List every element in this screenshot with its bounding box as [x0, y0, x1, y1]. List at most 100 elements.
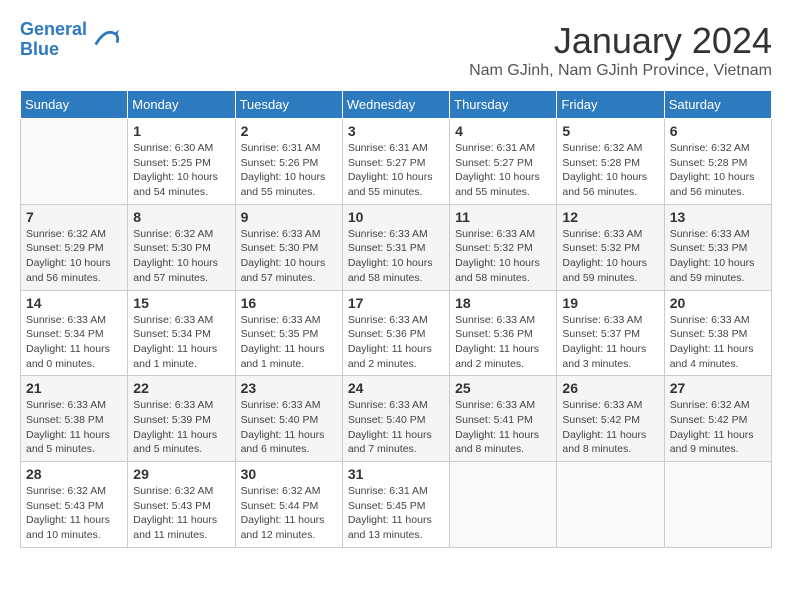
day-number: 1 — [133, 123, 229, 139]
calendar-cell: 15 Sunrise: 6:33 AMSunset: 5:34 PMDayligh… — [128, 290, 235, 376]
day-info: Sunrise: 6:33 AMSunset: 5:41 PMDaylight:… — [455, 398, 551, 457]
day-info: Sunrise: 6:33 AMSunset: 5:30 PMDaylight:… — [241, 227, 337, 286]
calendar-cell: 28 Sunrise: 6:32 AMSunset: 5:43 PMDayligh… — [21, 462, 128, 548]
calendar-cell: 1 Sunrise: 6:30 AMSunset: 5:25 PMDaylight… — [128, 119, 235, 205]
day-info: Sunrise: 6:32 AMSunset: 5:42 PMDaylight:… — [670, 398, 766, 457]
day-number: 31 — [348, 466, 444, 482]
calendar-cell: 16 Sunrise: 6:33 AMSunset: 5:35 PMDayligh… — [235, 290, 342, 376]
day-info: Sunrise: 6:33 AMSunset: 5:33 PMDaylight:… — [670, 227, 766, 286]
calendar-cell: 22 Sunrise: 6:33 AMSunset: 5:39 PMDayligh… — [128, 376, 235, 462]
calendar-cell: 31 Sunrise: 6:31 AMSunset: 5:45 PMDayligh… — [342, 462, 449, 548]
calendar-week-row: 1 Sunrise: 6:30 AMSunset: 5:25 PMDaylight… — [21, 119, 772, 205]
calendar-cell: 11Sunrise: 6:33 AMSunset: 5:32 PMDayligh… — [450, 204, 557, 290]
calendar-week-row: 28 Sunrise: 6:32 AMSunset: 5:43 PMDayligh… — [21, 462, 772, 548]
calendar-cell — [664, 462, 771, 548]
calendar-cell — [450, 462, 557, 548]
day-info: Sunrise: 6:32 AMSunset: 5:44 PMDaylight:… — [241, 484, 337, 543]
day-info: Sunrise: 6:33 AMSunset: 5:42 PMDaylight:… — [562, 398, 658, 457]
calendar-cell: 2Sunrise: 6:31 AMSunset: 5:26 PMDaylight… — [235, 119, 342, 205]
calendar-cell: 14 Sunrise: 6:33 AMSunset: 5:34 PMDayligh… — [21, 290, 128, 376]
calendar-cell: 26Sunrise: 6:33 AMSunset: 5:42 PMDayligh… — [557, 376, 664, 462]
day-number: 2 — [241, 123, 337, 139]
day-number: 19 — [562, 295, 658, 311]
day-number: 25 — [455, 380, 551, 396]
day-info: Sunrise: 6:31 AMSunset: 5:27 PMDaylight:… — [455, 141, 551, 200]
day-info: Sunrise: 6:33 AMSunset: 5:39 PMDaylight:… — [133, 398, 229, 457]
calendar-cell: 6Sunrise: 6:32 AMSunset: 5:28 PMDaylight… — [664, 119, 771, 205]
calendar-cell: 10Sunrise: 6:33 AMSunset: 5:31 PMDayligh… — [342, 204, 449, 290]
day-number: 16 — [241, 295, 337, 311]
calendar-table: SundayMondayTuesdayWednesdayThursdayFrid… — [20, 90, 772, 548]
calendar-cell: 18 Sunrise: 6:33 AMSunset: 5:36 PMDayligh… — [450, 290, 557, 376]
day-number: 10 — [348, 209, 444, 225]
calendar-cell: 4 Sunrise: 6:31 AMSunset: 5:27 PMDaylight… — [450, 119, 557, 205]
day-number: 12 — [562, 209, 658, 225]
calendar-cell: 12Sunrise: 6:33 AMSunset: 5:32 PMDayligh… — [557, 204, 664, 290]
day-info: Sunrise: 6:33 AMSunset: 5:34 PMDaylight:… — [26, 313, 122, 372]
month-title: January 2024 — [469, 20, 772, 62]
day-info: Sunrise: 6:33 AMSunset: 5:37 PMDaylight:… — [562, 313, 658, 372]
calendar-cell — [21, 119, 128, 205]
calendar-cell — [557, 462, 664, 548]
day-info: Sunrise: 6:32 AMSunset: 5:43 PMDaylight:… — [133, 484, 229, 543]
day-info: Sunrise: 6:32 AMSunset: 5:30 PMDaylight:… — [133, 227, 229, 286]
calendar-cell: 13 Sunrise: 6:33 AMSunset: 5:33 PMDayligh… — [664, 204, 771, 290]
header-sunday: Sunday — [21, 91, 128, 119]
calendar-week-row: 7Sunrise: 6:32 AMSunset: 5:29 PMDaylight… — [21, 204, 772, 290]
header-thursday: Thursday — [450, 91, 557, 119]
day-info: Sunrise: 6:33 AMSunset: 5:35 PMDaylight:… — [241, 313, 337, 372]
day-number: 13 — [670, 209, 766, 225]
calendar-cell: 29Sunrise: 6:32 AMSunset: 5:43 PMDayligh… — [128, 462, 235, 548]
day-info: Sunrise: 6:30 AMSunset: 5:25 PMDaylight:… — [133, 141, 229, 200]
day-info: Sunrise: 6:33 AMSunset: 5:34 PMDaylight:… — [133, 313, 229, 372]
calendar-cell: 24 Sunrise: 6:33 AMSunset: 5:40 PMDayligh… — [342, 376, 449, 462]
calendar-cell: 23Sunrise: 6:33 AMSunset: 5:40 PMDayligh… — [235, 376, 342, 462]
logo-line1: General — [20, 19, 87, 39]
day-number: 28 — [26, 466, 122, 482]
day-number: 4 — [455, 123, 551, 139]
calendar-cell: 27 Sunrise: 6:32 AMSunset: 5:42 PMDayligh… — [664, 376, 771, 462]
day-info: Sunrise: 6:33 AMSunset: 5:38 PMDaylight:… — [26, 398, 122, 457]
day-number: 8 — [133, 209, 229, 225]
day-number: 7 — [26, 209, 122, 225]
logo-icon — [91, 24, 119, 52]
day-info: Sunrise: 6:32 AMSunset: 5:28 PMDaylight:… — [670, 141, 766, 200]
day-info: Sunrise: 6:33 AMSunset: 5:40 PMDaylight:… — [348, 398, 444, 457]
day-number: 14 — [26, 295, 122, 311]
day-info: Sunrise: 6:31 AMSunset: 5:27 PMDaylight:… — [348, 141, 444, 200]
header-monday: Monday — [128, 91, 235, 119]
calendar-body: 1 Sunrise: 6:30 AMSunset: 5:25 PMDaylight… — [21, 119, 772, 548]
logo: General Blue — [20, 20, 119, 60]
day-number: 27 — [670, 380, 766, 396]
day-info: Sunrise: 6:33 AMSunset: 5:36 PMDaylight:… — [455, 313, 551, 372]
location-title: Nam GJinh, Nam GJinh Province, Vietnam — [469, 62, 772, 80]
calendar-header-row: SundayMondayTuesdayWednesdayThursdayFrid… — [21, 91, 772, 119]
calendar-cell: 7Sunrise: 6:32 AMSunset: 5:29 PMDaylight… — [21, 204, 128, 290]
day-number: 30 — [241, 466, 337, 482]
day-info: Sunrise: 6:33 AMSunset: 5:32 PMDaylight:… — [455, 227, 551, 286]
day-number: 5 — [562, 123, 658, 139]
calendar-cell: 20Sunrise: 6:33 AMSunset: 5:38 PMDayligh… — [664, 290, 771, 376]
day-number: 22 — [133, 380, 229, 396]
day-number: 23 — [241, 380, 337, 396]
calendar-week-row: 14 Sunrise: 6:33 AMSunset: 5:34 PMDayligh… — [21, 290, 772, 376]
calendar-cell: 9 Sunrise: 6:33 AMSunset: 5:30 PMDaylight… — [235, 204, 342, 290]
day-number: 20 — [670, 295, 766, 311]
day-number: 15 — [133, 295, 229, 311]
day-info: Sunrise: 6:31 AMSunset: 5:45 PMDaylight:… — [348, 484, 444, 543]
day-number: 3 — [348, 123, 444, 139]
day-number: 9 — [241, 209, 337, 225]
day-number: 17 — [348, 295, 444, 311]
calendar-cell: 19 Sunrise: 6:33 AMSunset: 5:37 PMDayligh… — [557, 290, 664, 376]
day-info: Sunrise: 6:33 AMSunset: 5:36 PMDaylight:… — [348, 313, 444, 372]
calendar-cell: 30 Sunrise: 6:32 AMSunset: 5:44 PMDayligh… — [235, 462, 342, 548]
header-friday: Friday — [557, 91, 664, 119]
title-section: January 2024 Nam GJinh, Nam GJinh Provin… — [469, 20, 772, 80]
day-number: 24 — [348, 380, 444, 396]
day-number: 18 — [455, 295, 551, 311]
page-header: General Blue January 2024 Nam GJinh, Nam… — [20, 20, 772, 80]
day-info: Sunrise: 6:32 AMSunset: 5:43 PMDaylight:… — [26, 484, 122, 543]
header-tuesday: Tuesday — [235, 91, 342, 119]
logo-line2: Blue — [20, 39, 59, 59]
header-saturday: Saturday — [664, 91, 771, 119]
